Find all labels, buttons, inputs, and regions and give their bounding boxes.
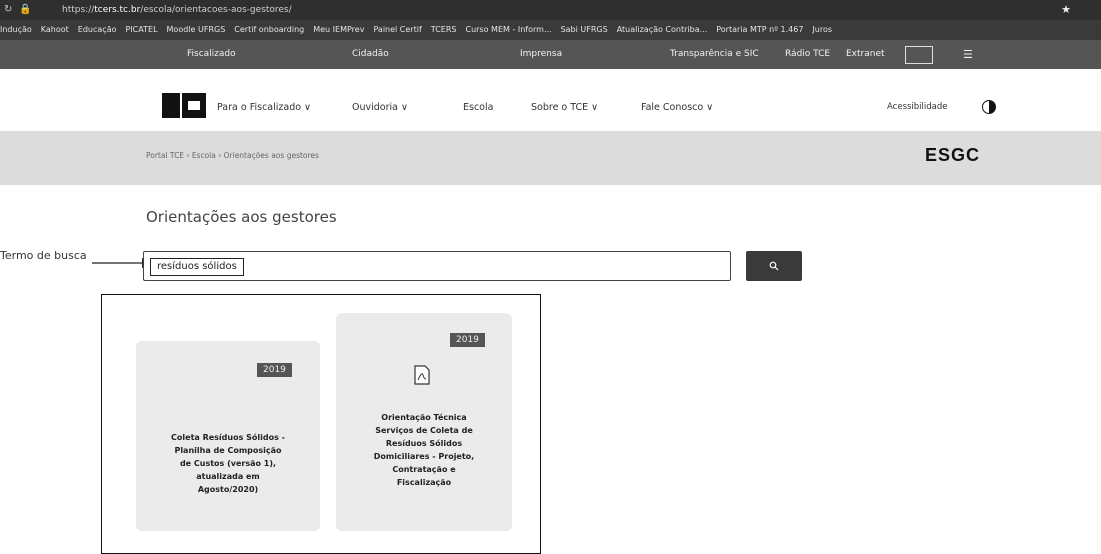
nav-ouvidoria[interactable]: Ouvidoria ∨	[352, 102, 408, 113]
bookmark-item[interactable]: Certif onboarding	[234, 25, 304, 34]
pdf-file-icon	[414, 365, 430, 385]
nav-escola[interactable]: Escola	[463, 102, 493, 113]
url-text[interactable]: https://tcers.tc.br/escola/orientacoes-a…	[62, 0, 292, 20]
result-card[interactable]: 2019 Coleta Resíduos Sólidos - Planilha …	[136, 341, 320, 531]
bookmark-item[interactable]: Atualização Contriba...	[617, 25, 708, 34]
top-utility-bar: Fiscalizado Cidadão Imprensa Transparênc…	[0, 40, 1101, 69]
result-card[interactable]: 2019 Orientação Técnica Serviços de Cole…	[336, 313, 512, 531]
bookmark-item[interactable]: Meu IEMPrev	[313, 25, 364, 34]
result-title[interactable]: Coleta Resíduos Sólidos - Planilha de Co…	[136, 431, 320, 496]
topbar-link-radio[interactable]: Rádio TCE	[785, 49, 830, 59]
topbar-link-cidadao[interactable]: Cidadão	[352, 49, 389, 59]
breadcrumb[interactable]: Portal TCE › Escola › Orientações aos ge…	[146, 151, 319, 160]
bookmarks-bar: Indução Kahoot Educação PICATEL Moodle UFRGS…	[0, 20, 1101, 40]
topbar-link-extranet[interactable]: Extranet	[846, 49, 885, 59]
search-icon	[769, 261, 779, 271]
menu-icon[interactable]: ☰	[963, 48, 973, 61]
nav-para-o-fiscalizado[interactable]: Para o Fiscalizado ∨	[217, 102, 311, 113]
result-title[interactable]: Orientação Técnica Serviços de Coleta de…	[336, 411, 512, 489]
accessibility-link[interactable]: Acessibilidade	[887, 102, 948, 112]
bookmark-item[interactable]: Curso MEM - Inform...	[465, 25, 551, 34]
bookmark-item[interactable]: Sabi UFRGS	[561, 25, 608, 34]
topbar-link-imprensa[interactable]: Imprensa	[520, 49, 562, 59]
bookmark-item[interactable]: Portaria MTP nº 1.467	[716, 25, 803, 34]
bookmark-item[interactable]: Educação	[78, 25, 117, 34]
year-badge: 2019	[450, 333, 485, 347]
bookmark-star-icon[interactable]: ★	[1061, 0, 1071, 20]
annotation-label: Termo de busca	[0, 249, 87, 262]
breadcrumb-bar: Portal TCE › Escola › Orientações aos ge…	[0, 131, 1101, 185]
esgc-logo: ESGC	[925, 145, 981, 165]
sign-language-icon[interactable]	[905, 46, 933, 64]
nav-sobre-o-tce[interactable]: Sobre o TCE ∨	[531, 102, 598, 113]
nav-fale-conosco[interactable]: Fale Conosco ∨	[641, 102, 713, 113]
bookmark-item[interactable]: TCERS	[431, 25, 457, 34]
page-title: Orientações aos gestores	[146, 208, 337, 226]
contrast-icon[interactable]	[982, 100, 996, 114]
bookmark-item[interactable]: Kahoot	[41, 25, 69, 34]
browser-address-bar[interactable]: ↻ 🔒 https://tcers.tc.br/escola/orientaco…	[0, 0, 1101, 20]
bookmark-item[interactable]: Indução	[0, 25, 32, 34]
search-button[interactable]	[746, 251, 802, 281]
lock-icon: 🔒	[19, 4, 32, 15]
tce-logo[interactable]	[162, 93, 206, 118]
results-container: 2019 Coleta Resíduos Sólidos - Planilha …	[101, 294, 541, 554]
bookmark-item[interactable]: Moodle UFRGS	[167, 25, 226, 34]
year-badge: 2019	[257, 363, 292, 377]
bookmark-item[interactable]: PICATEL	[126, 25, 158, 34]
search-query[interactable]: resíduos sólidos	[150, 258, 244, 276]
reload-icon[interactable]: ↻	[4, 0, 12, 20]
search-input[interactable]: resíduos sólidos	[143, 251, 731, 281]
topbar-link-fiscalizado[interactable]: Fiscalizado	[187, 49, 236, 59]
topbar-link-transparencia[interactable]: Transparência e SIC	[670, 49, 759, 59]
site-header: Para o Fiscalizado ∨ Ouvidoria ∨ Escola …	[0, 69, 1101, 131]
bookmark-item[interactable]: Painel Certif	[373, 25, 421, 34]
bookmark-item[interactable]: Juros	[812, 25, 832, 34]
